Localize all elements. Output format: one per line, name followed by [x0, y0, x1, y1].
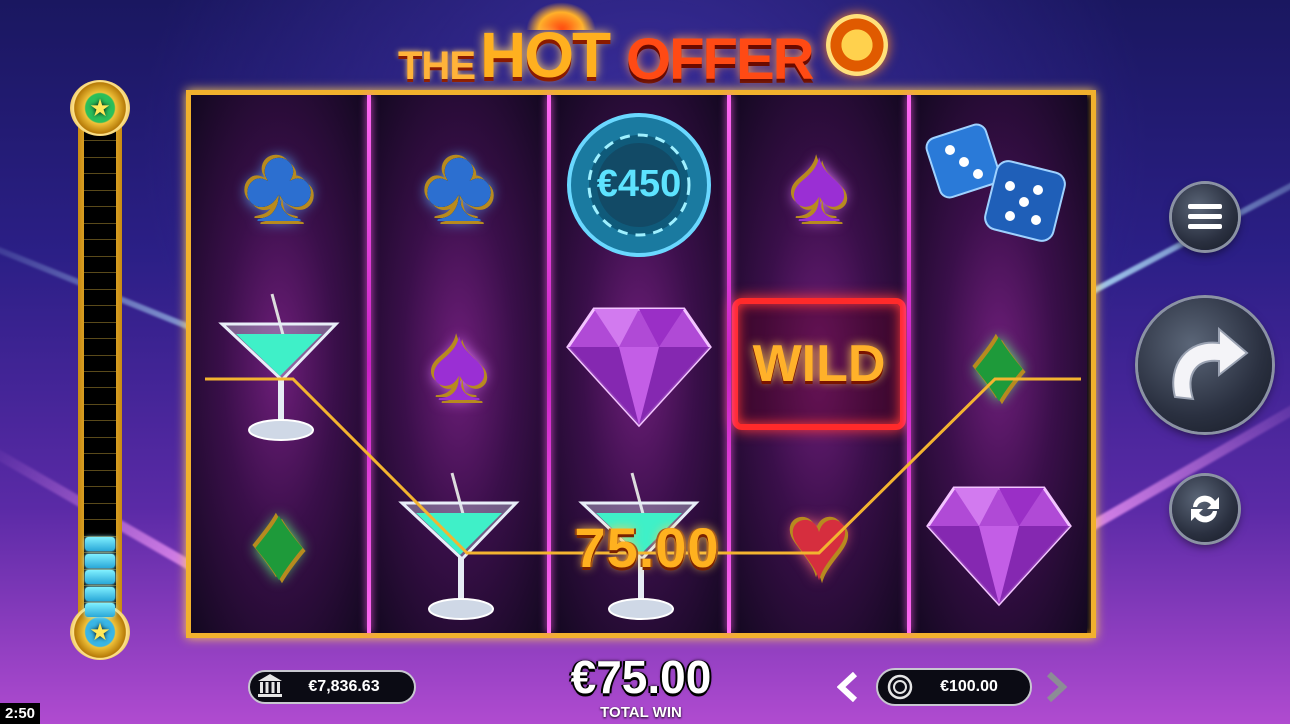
reel-cell: ♣	[371, 95, 547, 274]
chip-icon	[878, 674, 922, 700]
gem-symbol	[564, 299, 714, 429]
meter-fill-segment	[85, 553, 115, 568]
meter-fill-segment	[85, 537, 115, 552]
meter-tick	[84, 305, 116, 307]
bank-icon	[250, 673, 290, 702]
diamond-suit-symbol: ♦	[971, 304, 1027, 423]
hamburger-icon	[1188, 204, 1222, 229]
reel-cell	[551, 274, 727, 453]
meter-tick	[84, 387, 116, 389]
reel-cell: ♠	[731, 95, 907, 274]
club-symbol: ♣	[424, 125, 494, 244]
bet-increase-button[interactable]	[1040, 668, 1072, 706]
chip-value: €450	[596, 162, 682, 205]
meter-tick	[84, 371, 116, 372]
martini-symbol	[214, 284, 344, 444]
reel-cell: ♠	[371, 274, 547, 453]
total-win-value: €75.00	[570, 651, 712, 703]
diamond-suit-symbol: ♦	[251, 483, 307, 602]
casino-chip-icon	[826, 14, 888, 76]
reel-divider	[367, 95, 371, 633]
autoplay-icon	[1191, 495, 1219, 523]
meter-tick	[84, 338, 116, 340]
bonus-meter: ★ ★	[70, 80, 130, 660]
gem-symbol	[924, 478, 1074, 608]
spade-symbol: ♠	[430, 304, 488, 423]
meter-tick	[84, 189, 116, 191]
meter-tick	[84, 436, 116, 438]
meter-fill-segment	[85, 586, 115, 601]
meter-tick	[84, 486, 116, 488]
wild-symbol: WILD	[732, 297, 906, 430]
meter-tick	[84, 354, 116, 356]
bet-decrease-button[interactable]	[832, 668, 864, 706]
logo-word-the: THE	[398, 44, 476, 88]
reel-cell: ♣	[191, 95, 367, 274]
wild-label: WILD	[752, 334, 886, 393]
meter-fill-segment	[85, 570, 115, 585]
spin-button[interactable]	[1138, 298, 1272, 432]
meter-tick	[84, 156, 116, 158]
meter-tick	[84, 206, 116, 208]
reel-cell	[371, 453, 547, 632]
reel-2: ♣ ♠	[371, 95, 547, 633]
reel-cell	[191, 274, 367, 453]
reel-5: ♦	[911, 95, 1087, 633]
meter-tick	[84, 255, 116, 257]
meter-tick	[84, 140, 116, 142]
logo-word-hot: HOT	[480, 19, 611, 91]
reel-cell: ♦	[911, 274, 1087, 453]
line-win-amount: 75.00	[574, 516, 720, 579]
reel-cell: ♦	[191, 453, 367, 632]
meter-tick	[84, 453, 116, 455]
bet-value: €100.00	[940, 678, 998, 695]
menu-button[interactable]	[1172, 184, 1238, 250]
reel-cell: ♥	[731, 453, 907, 632]
meter-tick	[84, 403, 116, 405]
dice-symbol	[924, 120, 1074, 250]
reel-cell	[911, 453, 1087, 632]
meter-tick	[84, 239, 116, 241]
meter-tick	[84, 585, 116, 587]
autoplay-button[interactable]	[1172, 476, 1238, 542]
meter-tick	[84, 469, 116, 471]
meter-tick	[84, 519, 116, 521]
bet-display: €100.00	[876, 668, 1032, 706]
meter-tick	[84, 288, 116, 290]
logo-word-offer: OFFER	[626, 27, 815, 92]
star-icon: ★	[70, 80, 130, 136]
spin-arrow-icon	[1172, 326, 1249, 401]
reel-cell: €450	[551, 95, 727, 274]
balance-value: €7,836.63	[308, 678, 380, 695]
heart-symbol: ♥	[787, 483, 851, 602]
meter-tick	[84, 173, 116, 175]
reel-1: ♣ ♦	[191, 95, 367, 633]
reel-cell	[911, 95, 1087, 274]
spade-symbol: ♠	[790, 125, 848, 244]
meter-tick	[84, 272, 116, 274]
total-win-label: TOTAL WIN	[600, 704, 682, 721]
clock: 2:50	[0, 703, 40, 724]
meter-tick	[84, 321, 116, 323]
chip-symbol: €450	[564, 110, 714, 260]
martini-symbol	[394, 463, 524, 623]
meter-tick	[84, 420, 116, 422]
club-symbol: ♣	[244, 125, 314, 244]
meter-tick	[84, 502, 116, 504]
meter-tick	[84, 552, 116, 554]
chevron-right-icon	[1046, 672, 1067, 702]
reel-cell: WILD	[731, 274, 907, 453]
chevron-left-icon	[837, 672, 858, 702]
reel-divider	[907, 95, 911, 633]
meter-fill-segment	[85, 603, 115, 618]
balance-display: €7,836.63	[248, 670, 416, 704]
meter-tick	[84, 222, 116, 224]
reel-4: ♠ WILD ♥	[731, 95, 907, 633]
